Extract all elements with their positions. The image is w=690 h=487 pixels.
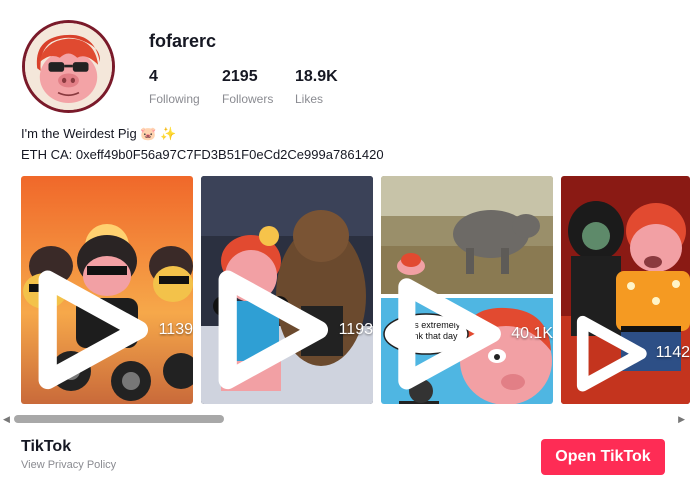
stat-likes: 18.9K Likes [295, 68, 338, 106]
view-count: 1139 [34, 266, 193, 394]
play-icon [576, 315, 647, 392]
privacy-policy-link[interactable]: View Privacy Policy [21, 459, 116, 471]
open-tiktok-button[interactable]: Open TikTok [541, 439, 665, 475]
likes-label: Likes [295, 92, 324, 106]
view-count: 1142 [574, 313, 690, 394]
horizontal-scrollbar[interactable]: ◀ ▶ [0, 411, 690, 427]
bio-line-1: I'm the Weirdest Pig 🐷 ✨ [21, 124, 384, 145]
bio-contract-address: ETH CA: 0xeff49b0F56a97C7FD3B51F0eCd2Ce9… [21, 147, 384, 162]
stat-following[interactable]: 4 Following [149, 68, 200, 106]
view-count-text: 40.1K [511, 325, 553, 343]
view-count-text: 1139 [158, 321, 193, 339]
stat-followers[interactable]: 2195 Followers [222, 68, 273, 106]
brand-name: TikTok [21, 438, 72, 455]
followers-count: 2195 [222, 68, 258, 85]
video-thumbnail[interactable]: 1193 [201, 176, 373, 404]
video-thumbnail[interactable]: 1139 [21, 176, 193, 404]
scroll-thumb[interactable] [14, 415, 224, 423]
view-count-text: 1142 [655, 344, 690, 362]
view-count-text: 1193 [338, 321, 373, 339]
username: fofarerc [149, 31, 217, 51]
scroll-right-arrow-icon[interactable]: ▶ [678, 414, 685, 425]
following-count: 4 [149, 68, 158, 85]
bio-text: I'm the Weirdest Pig [21, 126, 137, 141]
bio: I'm the Weirdest Pig 🐷 ✨ ETH CA: 0xeff49… [21, 124, 384, 165]
avatar[interactable] [22, 20, 115, 113]
scroll-left-arrow-icon[interactable]: ◀ [3, 414, 10, 425]
pig-avatar-image [25, 23, 112, 110]
likes-count: 18.9K [295, 68, 338, 85]
play-icon [38, 270, 149, 390]
profile-header: fofarerc 4 Following 2195 Followers 18.9… [22, 20, 682, 120]
video-thumbnail[interactable]: I was extremely drunk that day 40.1K [381, 176, 553, 404]
view-count: 1193 [214, 266, 373, 394]
embed-footer: TikTok View Privacy Policy Open TikTok [0, 430, 690, 487]
following-label: Following [149, 92, 200, 106]
pig-emoji-icon: 🐷 [140, 127, 157, 142]
video-carousel: 1139 1193 I was extremely drunk that day… [21, 176, 690, 404]
view-count: 40.1K [394, 274, 553, 394]
play-icon [398, 278, 501, 390]
sparkles-emoji-icon: ✨ [160, 127, 177, 142]
video-thumbnail[interactable]: 1142 [561, 176, 690, 404]
play-icon [218, 270, 329, 390]
followers-label: Followers [222, 92, 274, 106]
